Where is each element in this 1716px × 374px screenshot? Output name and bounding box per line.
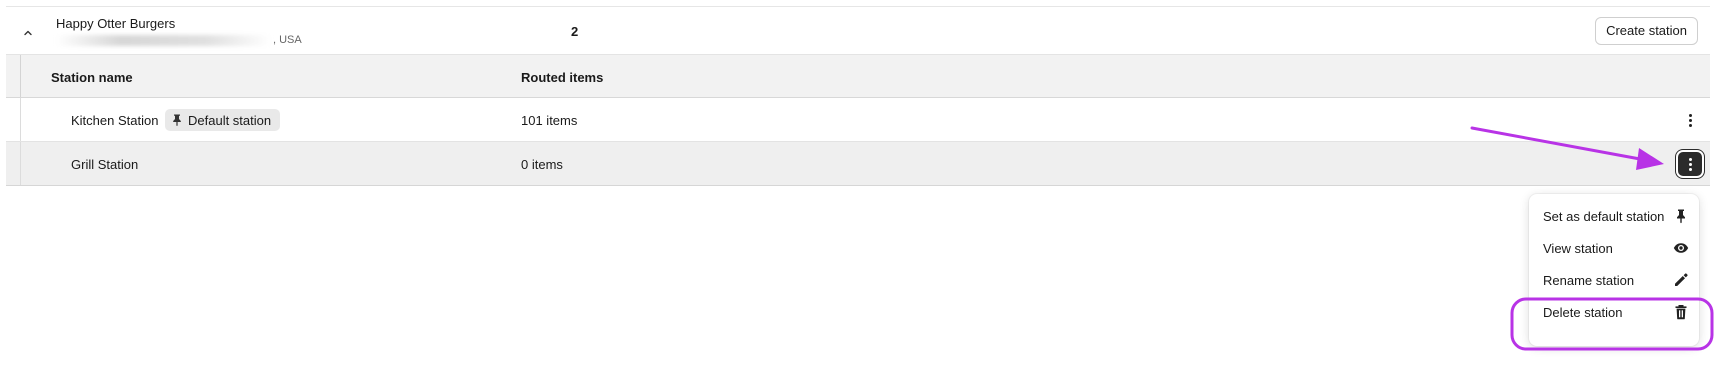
- trash-icon: [1675, 305, 1687, 320]
- more-actions-button[interactable]: [1678, 108, 1702, 132]
- menu-item-label: Delete station: [1543, 304, 1623, 320]
- kebab-dot: [1688, 167, 1692, 171]
- station-count: 2: [571, 24, 579, 39]
- address-suffix: , USA: [273, 34, 302, 46]
- routed-items-value: 101 items: [521, 113, 578, 128]
- pin-icon: [1677, 209, 1685, 224]
- column-header-routed-items: Routed items: [521, 70, 604, 85]
- kebab-dot: [1688, 162, 1692, 166]
- location-address: , USA: [56, 34, 302, 46]
- station-name: Grill Station: [71, 157, 139, 172]
- station-name: Kitchen Station: [71, 113, 159, 128]
- indent-divider: [20, 98, 21, 141]
- create-station-button[interactable]: Create station: [1595, 17, 1698, 45]
- kebab-dot: [1688, 157, 1692, 161]
- kebab-dot: [1688, 118, 1692, 122]
- kebab-dot: [1688, 123, 1692, 127]
- location-name: Happy Otter Burgers: [56, 16, 176, 31]
- default-station-label: Default station: [188, 112, 272, 128]
- table-row[interactable]: Kitchen Station Default station 101 item…: [6, 98, 1710, 142]
- kebab-dot: [1688, 113, 1692, 117]
- menu-item-set-default[interactable]: Set as default station: [1529, 200, 1699, 232]
- default-station-badge: Default station: [165, 109, 281, 131]
- menu-item-label: Set as default station: [1543, 208, 1665, 224]
- chevron-up-icon[interactable]: [22, 27, 34, 39]
- table-row[interactable]: Grill Station 0 items: [6, 142, 1710, 186]
- indent-divider: [20, 142, 21, 185]
- pencil-icon: [1675, 273, 1688, 286]
- column-header-station-name: Station name: [51, 70, 133, 85]
- routed-items-value: 0 items: [521, 157, 563, 172]
- menu-item-delete-station[interactable]: Delete station: [1529, 296, 1699, 328]
- station-settings-page: Happy Otter Burgers , USA 2 Create stati…: [0, 0, 1716, 374]
- stations-table-header: Station name Routed items: [6, 54, 1710, 98]
- menu-item-label: View station: [1543, 240, 1613, 256]
- menu-item-rename-station[interactable]: Rename station: [1529, 264, 1699, 296]
- location-group-row[interactable]: Happy Otter Burgers , USA 2 Create stati…: [6, 6, 1710, 54]
- indent-divider: [20, 55, 21, 97]
- redacted-address: [56, 34, 271, 46]
- eye-icon: [1673, 243, 1689, 253]
- menu-item-view-station[interactable]: View station: [1529, 232, 1699, 264]
- more-actions-button-active[interactable]: [1678, 152, 1702, 176]
- pin-icon: [173, 114, 181, 126]
- menu-item-label: Rename station: [1543, 272, 1635, 288]
- station-actions-menu: Set as default station View station Rena…: [1529, 194, 1699, 346]
